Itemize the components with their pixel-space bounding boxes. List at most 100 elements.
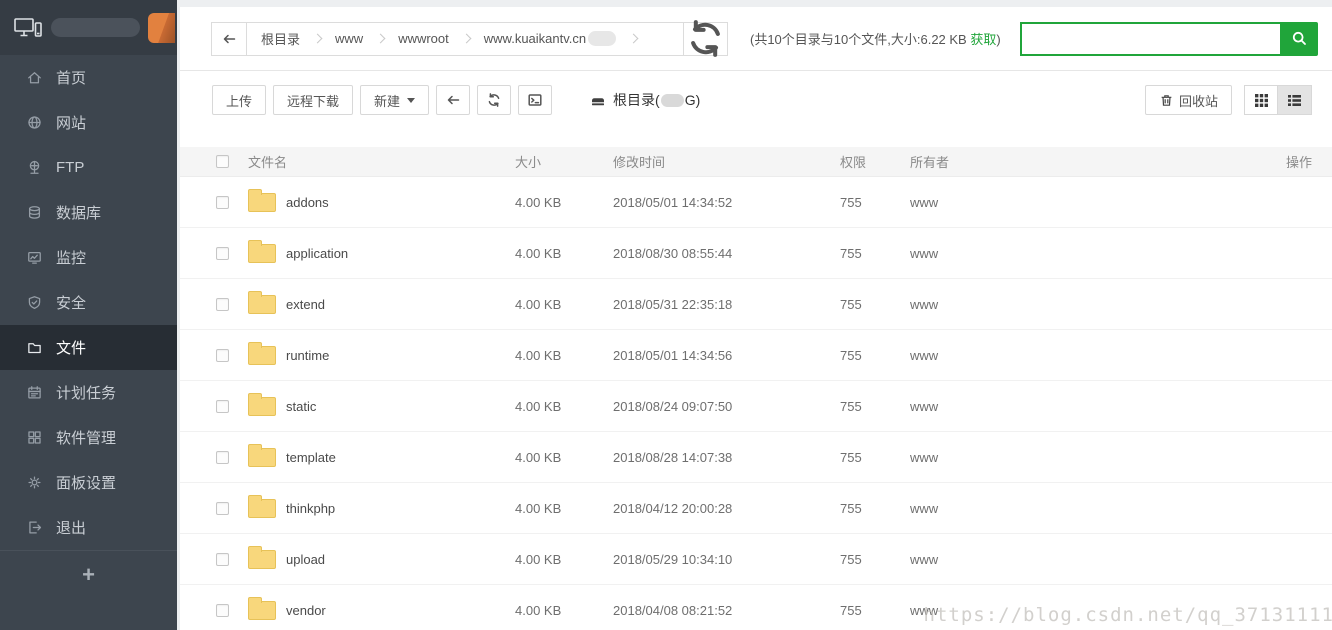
folder-icon[interactable] bbox=[248, 193, 276, 212]
row-checkbox[interactable] bbox=[216, 349, 229, 362]
path-refresh-button[interactable] bbox=[683, 23, 727, 55]
recycle-bin-button[interactable]: 回收站 bbox=[1145, 85, 1232, 115]
sidebar-item-files[interactable]: 文件 bbox=[0, 325, 177, 370]
file-size: 4.00 KB bbox=[505, 348, 603, 363]
file-size: 4.00 KB bbox=[505, 450, 603, 465]
sidebar-item-home[interactable]: 首页 bbox=[0, 55, 177, 100]
table-row: addons 4.00 KB 2018/05/01 14:34:52 755 w… bbox=[180, 177, 1332, 228]
folder-icon[interactable] bbox=[248, 295, 276, 314]
file-name[interactable]: upload bbox=[286, 552, 325, 567]
row-checkbox[interactable] bbox=[216, 553, 229, 566]
table-row: application 4.00 KB 2018/08/30 08:55:44 … bbox=[180, 228, 1332, 279]
row-checkbox[interactable] bbox=[216, 298, 229, 311]
terminal-icon bbox=[527, 92, 543, 108]
folder-icon[interactable] bbox=[248, 601, 276, 620]
refresh-button[interactable] bbox=[477, 85, 511, 115]
terminal-button[interactable] bbox=[518, 85, 552, 115]
column-header-perm: 权限 bbox=[830, 152, 900, 171]
file-owner: www bbox=[900, 348, 1252, 363]
file-name[interactable]: thinkphp bbox=[286, 501, 335, 516]
back-button[interactable] bbox=[436, 85, 470, 115]
path-redacted-blur bbox=[588, 31, 616, 46]
file-mtime: 2018/04/08 08:21:52 bbox=[603, 603, 830, 618]
row-checkbox[interactable] bbox=[216, 247, 229, 260]
remote-download-button[interactable]: 远程下载 bbox=[273, 85, 353, 115]
folder-icon bbox=[26, 339, 43, 356]
file-owner: www bbox=[900, 297, 1252, 312]
sidebar-add-area: + bbox=[0, 550, 177, 598]
breadcrumb-item-www[interactable]: www bbox=[321, 31, 377, 46]
file-manager-panel: 根目录 www wwwroot www.kuaikantv.cn (共10个目录… bbox=[180, 7, 1332, 630]
sidebar-item-security[interactable]: 安全 bbox=[0, 280, 177, 325]
row-checkbox[interactable] bbox=[216, 400, 229, 413]
breadcrumb-item-wwwroot[interactable]: wwwroot bbox=[384, 31, 463, 46]
table-row: upload 4.00 KB 2018/05/29 10:34:10 755 w… bbox=[180, 534, 1332, 585]
add-menu-button[interactable]: + bbox=[82, 562, 95, 588]
file-perm: 755 bbox=[830, 246, 900, 261]
table-row: vendor 4.00 KB 2018/04/08 08:21:52 755 w… bbox=[180, 585, 1332, 630]
main-content: 根目录 www wwwroot www.kuaikantv.cn (共10个目录… bbox=[177, 0, 1332, 630]
file-perm: 755 bbox=[830, 603, 900, 618]
globe-icon bbox=[26, 114, 43, 131]
file-table-body: addons 4.00 KB 2018/05/01 14:34:52 755 w… bbox=[180, 177, 1332, 630]
file-owner: www bbox=[900, 399, 1252, 414]
file-name[interactable]: extend bbox=[286, 297, 325, 312]
breadcrumb-back-button[interactable] bbox=[212, 23, 247, 55]
file-owner: www bbox=[900, 246, 1252, 261]
folder-icon[interactable] bbox=[248, 448, 276, 467]
folder-icon[interactable] bbox=[248, 244, 276, 263]
sidebar-item-cron[interactable]: 计划任务 bbox=[0, 370, 177, 415]
sidebar-item-database[interactable]: 数据库 bbox=[0, 190, 177, 235]
sidebar-item-monitor[interactable]: 监控 bbox=[0, 235, 177, 280]
row-checkbox[interactable] bbox=[216, 451, 229, 464]
file-size: 4.00 KB bbox=[505, 603, 603, 618]
file-mtime: 2018/05/01 14:34:52 bbox=[603, 195, 830, 210]
path-bar: 根目录 www wwwroot www.kuaikantv.cn (共10个目录… bbox=[180, 7, 1332, 71]
shield-icon bbox=[26, 294, 43, 311]
grid-view-button[interactable] bbox=[1244, 85, 1278, 115]
sidebar-item-soft[interactable]: 软件管理 bbox=[0, 415, 177, 460]
search-button[interactable] bbox=[1280, 22, 1318, 56]
table-row: extend 4.00 KB 2018/05/31 22:35:18 755 w… bbox=[180, 279, 1332, 330]
column-header-size: 大小 bbox=[505, 152, 603, 171]
file-perm: 755 bbox=[830, 195, 900, 210]
row-checkbox[interactable] bbox=[216, 196, 229, 209]
file-perm: 755 bbox=[830, 501, 900, 516]
file-name[interactable]: application bbox=[286, 246, 348, 261]
new-dropdown-button[interactable]: 新建 bbox=[360, 85, 429, 115]
list-view-button[interactable] bbox=[1278, 85, 1312, 115]
root-disk-info[interactable]: 根目录(G) bbox=[589, 90, 700, 110]
folder-icon[interactable] bbox=[248, 346, 276, 365]
toolbar-right: 回收站 bbox=[1145, 85, 1312, 115]
sidebar-nav: 首页 网站 FTP 数据库 监控 安全 文件 计划任务 软件管理 面板设置 退出 bbox=[0, 55, 177, 550]
sidebar: 首页 网站 FTP 数据库 监控 安全 文件 计划任务 软件管理 面板设置 退出… bbox=[0, 0, 177, 630]
file-name[interactable]: template bbox=[286, 450, 336, 465]
file-size: 4.00 KB bbox=[505, 552, 603, 567]
sidebar-item-config[interactable]: 面板设置 bbox=[0, 460, 177, 505]
avatar[interactable] bbox=[148, 13, 175, 43]
brand-header bbox=[0, 0, 177, 55]
stats-refresh-link[interactable]: 获取 bbox=[970, 32, 996, 47]
row-checkbox[interactable] bbox=[216, 502, 229, 515]
search-input[interactable] bbox=[1020, 22, 1280, 56]
breadcrumb: 根目录 www wwwroot www.kuaikantv.cn bbox=[211, 22, 728, 56]
file-mtime: 2018/05/01 14:34:56 bbox=[603, 348, 830, 363]
file-name[interactable]: addons bbox=[286, 195, 329, 210]
sidebar-item-site[interactable]: 网站 bbox=[0, 100, 177, 145]
file-name[interactable]: runtime bbox=[286, 348, 329, 363]
row-checkbox[interactable] bbox=[216, 604, 229, 617]
select-all-checkbox[interactable] bbox=[216, 155, 229, 168]
apps-icon bbox=[26, 429, 43, 446]
folder-icon[interactable] bbox=[248, 499, 276, 518]
sidebar-item-logout[interactable]: 退出 bbox=[0, 505, 177, 550]
caret-down-icon bbox=[407, 98, 415, 103]
upload-button[interactable]: 上传 bbox=[212, 85, 266, 115]
folder-icon[interactable] bbox=[248, 550, 276, 569]
file-name[interactable]: vendor bbox=[286, 603, 326, 618]
breadcrumb-item-root[interactable]: 根目录 bbox=[247, 29, 314, 48]
folder-icon[interactable] bbox=[248, 397, 276, 416]
sidebar-item-ftp[interactable]: FTP bbox=[0, 145, 177, 190]
breadcrumb-item-site[interactable]: www.kuaikantv.cn bbox=[470, 31, 630, 46]
file-name[interactable]: static bbox=[286, 399, 316, 414]
arrow-left-icon bbox=[221, 31, 237, 47]
